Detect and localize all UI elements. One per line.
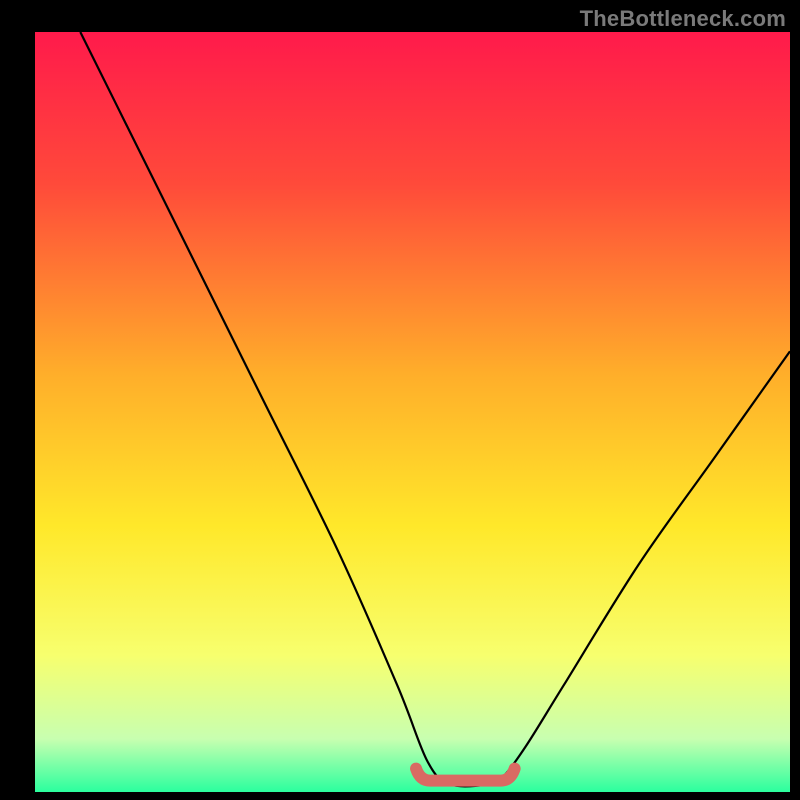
chart-frame: TheBottleneck.com — [0, 0, 800, 800]
attribution-label: TheBottleneck.com — [580, 6, 786, 32]
plot-background — [35, 32, 790, 792]
bottleneck-chart — [0, 0, 800, 800]
